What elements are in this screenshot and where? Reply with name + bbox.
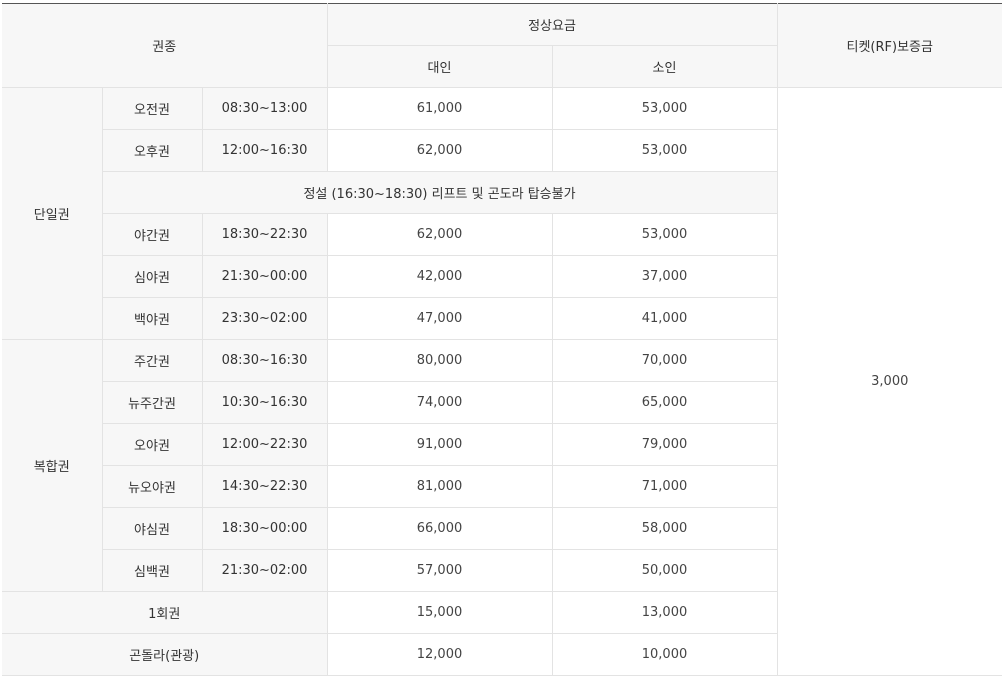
ticket-name: 야심권 <box>102 507 203 550</box>
fare-table-header: 권종 정상요금 티켓(RF)보증금 대인 소인 <box>2 3 1002 88</box>
child-fare: 50,000 <box>551 549 777 592</box>
ticket-name: 뉴주간권 <box>102 381 203 424</box>
child-fare: 71,000 <box>551 465 777 508</box>
ticket-time: 18:30~22:30 <box>201 213 328 256</box>
adult-fare: 62,000 <box>326 213 553 256</box>
adult-fare: 57,000 <box>326 549 553 592</box>
single-ticket-group-label: 단일권 <box>2 87 103 340</box>
ticket-time: 21:30~02:00 <box>201 549 328 592</box>
combo-ticket-group-label: 복합권 <box>2 339 103 592</box>
table-row: 단일권 오전권 08:30~13:00 61,000 53,000 3,000 <box>2 87 1002 676</box>
child-header: 소인 <box>551 45 777 88</box>
ticket-time: 12:00~16:30 <box>201 129 328 172</box>
ticket-name: 뉴오야권 <box>102 465 203 508</box>
ticket-name: 곤돌라(관광) <box>2 633 328 676</box>
ticket-name: 오야권 <box>102 423 203 466</box>
child-fare: 53,000 <box>551 87 778 130</box>
ticket-name: 주간권 <box>101 339 203 382</box>
regular-fare-header: 정상요금 <box>326 3 778 46</box>
ticket-time: 14:30~22:30 <box>201 465 328 508</box>
ticket-name: 오후권 <box>102 129 203 172</box>
adult-fare: 81,000 <box>326 465 553 508</box>
ticket-type-header: 권종 <box>2 3 328 88</box>
adult-fare: 74,000 <box>326 381 553 424</box>
adult-fare: 61,000 <box>326 87 553 130</box>
ticket-time: 18:30~00:00 <box>201 507 328 550</box>
ticket-name: 1회권 <box>2 591 328 634</box>
ticket-time: 21:30~00:00 <box>201 255 328 298</box>
child-fare: 65,000 <box>551 381 777 424</box>
adult-header: 대인 <box>327 45 553 88</box>
adult-fare: 47,000 <box>326 297 553 340</box>
child-fare: 10,000 <box>551 633 777 676</box>
child-fare: 53,000 <box>551 213 777 256</box>
child-fare: 70,000 <box>551 339 777 382</box>
ticket-name: 심야권 <box>102 255 203 298</box>
child-fare: 53,000 <box>551 129 777 172</box>
ticket-time: 08:30~16:30 <box>201 339 328 382</box>
adult-fare: 15,000 <box>326 591 553 634</box>
notice-row: 정설 (16:30~18:30) 리프트 및 곤도라 탑승불가 <box>102 171 777 214</box>
ticket-name: 오전권 <box>101 87 203 130</box>
deposit-value: 3,000 <box>776 87 1002 676</box>
ticket-time: 23:30~02:00 <box>201 297 328 340</box>
ticket-time: 08:30~13:00 <box>201 87 328 130</box>
adult-fare: 42,000 <box>326 255 553 298</box>
child-fare: 37,000 <box>551 255 777 298</box>
adult-fare: 12,000 <box>326 633 553 676</box>
child-fare: 41,000 <box>551 297 777 340</box>
ticket-time: 12:00~22:30 <box>201 423 328 466</box>
ticket-name: 심백권 <box>102 549 203 592</box>
child-fare: 13,000 <box>551 591 777 634</box>
adult-fare: 80,000 <box>326 339 553 382</box>
deposit-header: 티켓(RF)보증금 <box>776 3 1002 88</box>
child-fare: 58,000 <box>551 507 777 550</box>
ticket-name: 야간권 <box>102 213 203 256</box>
fare-table: 권종 정상요금 티켓(RF)보증금 대인 소인 단일권 오전권 08:30~13… <box>2 3 1002 676</box>
adult-fare: 62,000 <box>326 129 553 172</box>
ticket-time: 10:30~16:30 <box>201 381 328 424</box>
adult-fare: 91,000 <box>326 423 553 466</box>
child-fare: 79,000 <box>551 423 777 466</box>
adult-fare: 66,000 <box>326 507 553 550</box>
ticket-name: 백야권 <box>102 297 203 340</box>
